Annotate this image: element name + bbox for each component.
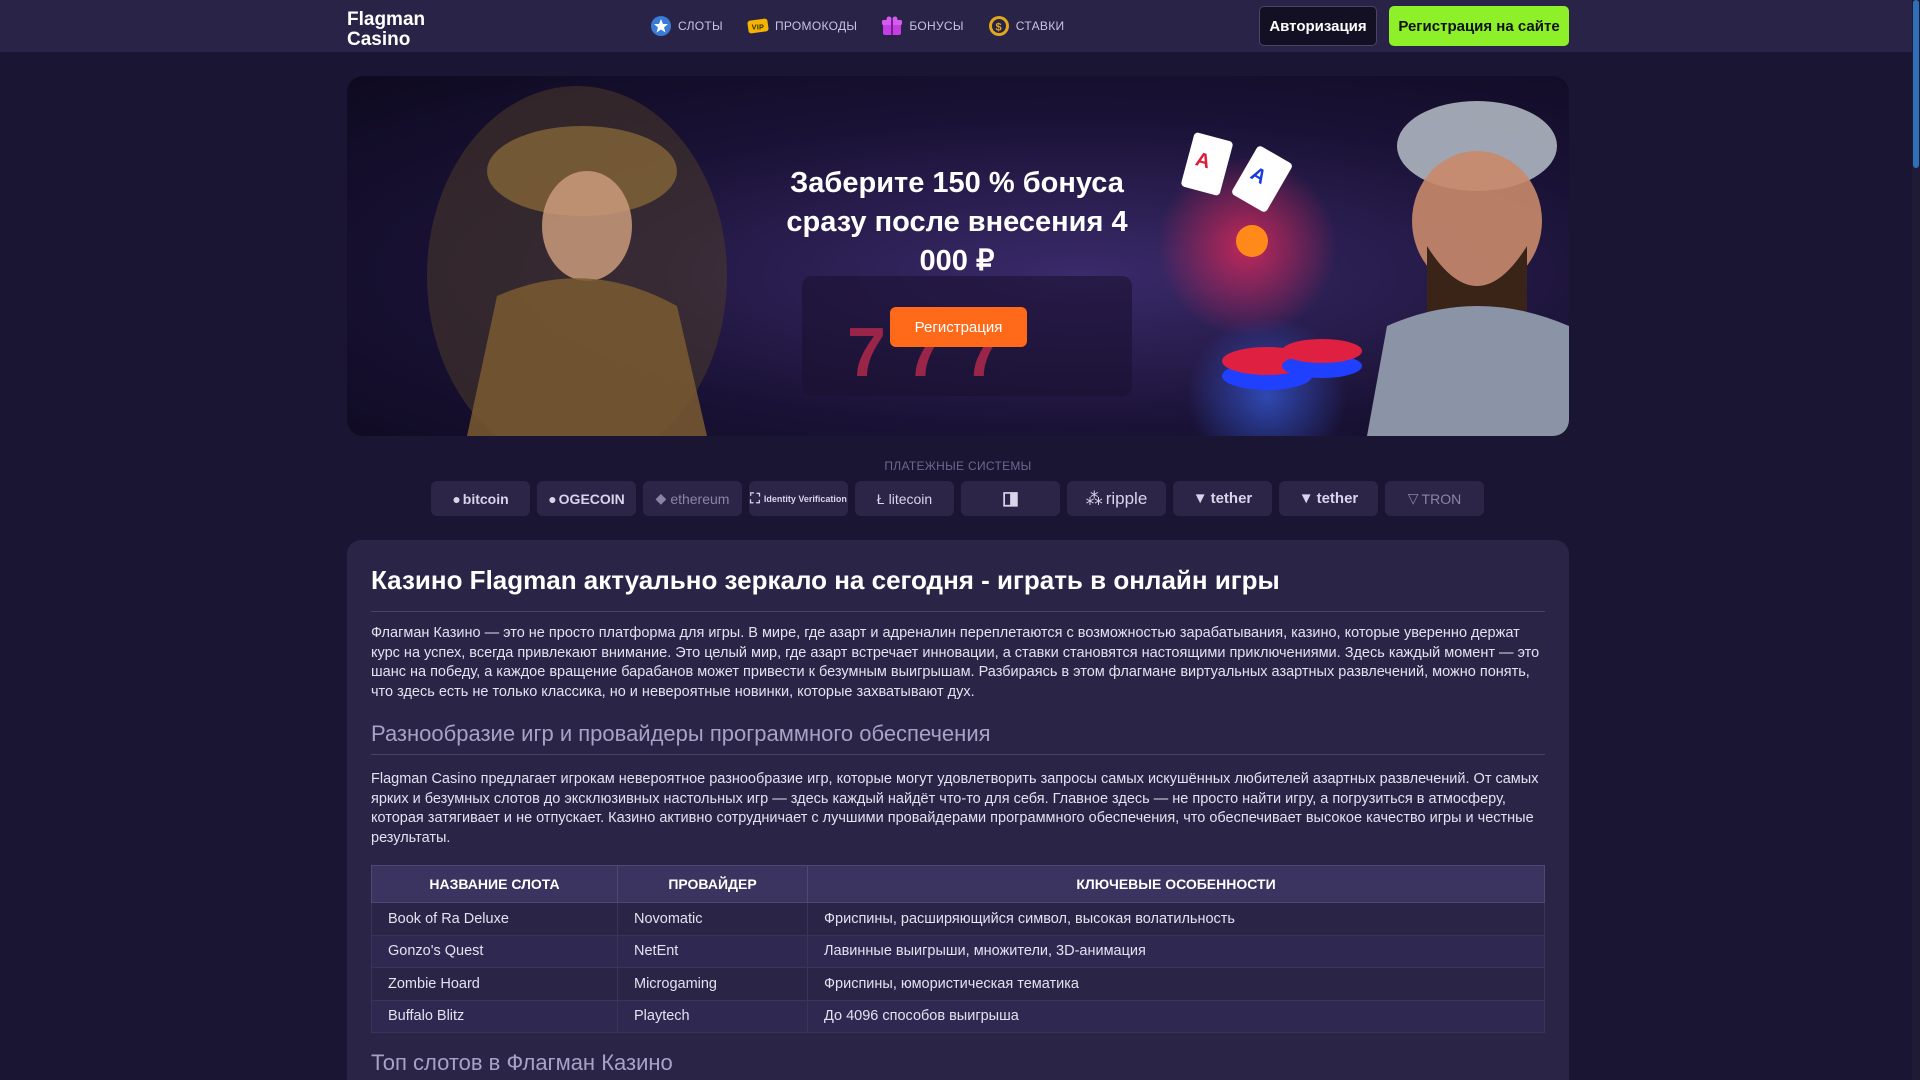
svg-text:VIP: VIP [752,23,765,32]
table-header: НАЗВАНИЕ СЛОТА [371,865,618,903]
article-paragraph: Flagman Casino предлагает игрокам неверо… [371,771,1539,846]
scrollbar[interactable] [1912,0,1920,1080]
payments-row: ● bitcoin ● OGECOIN ◆ ethereum ⛶ Identity Ve… [431,481,1484,516]
payment-identity-verification[interactable]: ⛶ Identity Verification [749,481,848,516]
main-nav: СЛОТЫ VIP ПРОМОКОДЫ БОНУСЫ $ СТАВКИ [650,13,1064,39]
table-cell: Фриспины, расширяющийся символ, высокая … [807,902,1545,936]
table-row: Buffalo Blitz Playtech До 4096 способов … [371,999,1545,1033]
ethereum-icon: ◆ [655,490,667,506]
payment-dogecoin[interactable]: ● OGECOIN [537,481,636,516]
payment-ripple[interactable]: ⁂ ripple [1067,481,1166,516]
promo-banner: 7 7 7 A A Заберите 150 % бонуса сразу по… [347,76,1569,436]
article-paragraph: Флагман Казино — это не просто платформа… [371,625,1540,700]
table-header: ПРОВАЙДЕР [617,865,808,903]
payments-title: ПЛАТЕЖНЫЕ СИСТЕМЫ [884,459,1032,473]
payment-litecoin[interactable]: Łlitecoin [855,481,954,516]
payment-ethereum[interactable]: ◆ ethereum [643,481,742,516]
tron-icon: ▽ [1407,490,1419,506]
table-row: Zombie Hoard Microgaming Фриспины, юмори… [371,967,1545,1001]
nav-item-bets[interactable]: $ СТАВКИ [988,13,1065,39]
table-cell: До 4096 способов выигрыша [807,999,1545,1033]
dogecoin-icon: ● [548,490,557,507]
banner-register-button[interactable]: Регистрация [890,307,1027,347]
slots-table: НАЗВАНИЕ СЛОТА ПРОВАЙДЕР КЛЮЧЕВЫЕ ОСОБЕН… [371,865,1545,1033]
bitcoin-icon: ● [452,490,461,507]
table-cell: Лавинные выигрыши, множители, 3D-анимаци… [807,934,1545,968]
table-cell: Novomatic [617,902,808,936]
divider [371,754,1545,755]
nav-label: СЛОТЫ [678,19,723,33]
ripple-icon: ⁂ [1085,488,1103,508]
table-header: КЛЮЧЕВЫЕ ОСОБЕННОСТИ [807,865,1545,903]
payment-tron[interactable]: ▽ TRON [1385,481,1484,516]
article-title: Казино Flagman актуально зеркало на сего… [371,565,1280,595]
table-cell: NetEnt [617,934,808,968]
identity-icon: ⛶ [750,490,760,506]
divider [371,611,1545,612]
payment-tether-trc20[interactable]: ▼ tether [1173,481,1272,516]
section-heading: Топ слотов в Флагман Казино [371,1050,673,1075]
table-header-row: НАЗВАНИЕ СЛОТА ПРОВАЙДЕР КЛЮЧЕВЫЕ ОСОБЕН… [371,865,1545,903]
tether-icon: ▼ [1192,490,1208,507]
nav-label: ПРОМОКОДЫ [774,19,858,33]
banner-title: Заберите 150 % бонуса сразу после внесен… [786,167,1128,277]
tether-icon: ▼ [1298,490,1314,507]
nav-item-slots[interactable]: СЛОТЫ [650,13,723,39]
litecoin-icon: Ł [876,490,885,507]
header: Flagman Casino СЛОТЫ VIP ПРОМОКОДЫ БОНУС… [0,0,1920,52]
square-logo-icon: ◨ [1001,488,1019,508]
table-cell: Buffalo Blitz [371,999,618,1033]
nav-item-bonuses[interactable]: БОНУСЫ [881,13,963,39]
payment-bitcoin[interactable]: ● bitcoin [431,481,530,516]
gift-icon [881,15,903,37]
star-icon [650,15,672,37]
table-cell: Фриспины, юмористическая тематика [807,967,1545,1001]
nav-label: БОНУСЫ [909,19,964,33]
table-cell: Book of Ra Deluxe [371,902,618,936]
signup-button[interactable]: Регистрация на сайте [1389,6,1569,46]
payment-tether-erc20[interactable]: ▼ tether [1279,481,1378,516]
nav-label: СТАВКИ [1015,19,1065,33]
nav-item-promocodes[interactable]: VIP ПРОМОКОДЫ [747,13,857,39]
section-heading: Разнообразие игр и провайдеры программно… [371,721,991,746]
payment-unknown[interactable]: ◨ [961,481,1060,516]
article-panel: Казино Flagman актуально зеркало на сего… [347,540,1569,1080]
site-logo[interactable]: Flagman Casino [347,10,457,50]
table-cell: Microgaming [617,967,808,1001]
table-cell: Gonzo's Quest [371,934,618,968]
login-button[interactable]: Авторизация [1259,6,1377,46]
svg-text:$: $ [995,22,1001,34]
table-cell: Playtech [617,999,808,1033]
dollar-coin-icon: $ [988,15,1010,37]
table-cell: Zombie Hoard [371,967,618,1001]
scrollbar-thumb[interactable] [1913,0,1919,168]
vip-icon: VIP [747,15,769,37]
table-row: Gonzo's Quest NetEnt Лавинные выигрыши, … [371,934,1545,968]
table-row: Book of Ra Deluxe Novomatic Фриспины, ра… [371,902,1545,936]
